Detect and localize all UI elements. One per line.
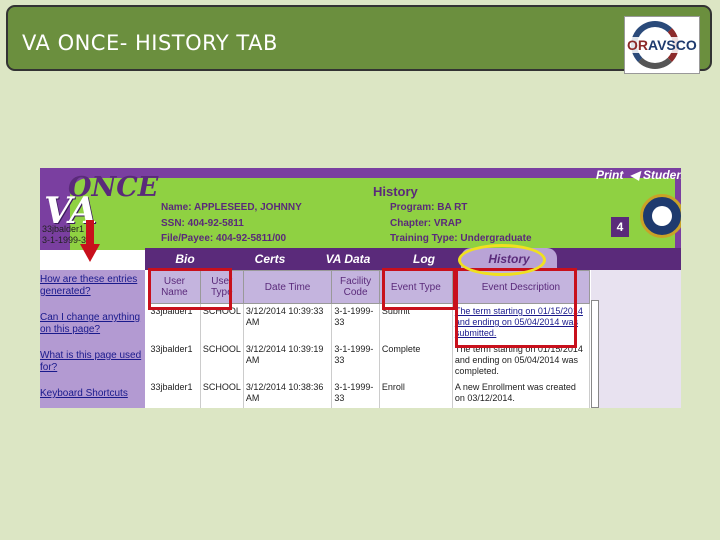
tab-va-data[interactable]: VA Data (308, 248, 388, 270)
tab-bar: Bio Certs VA Data Log History (145, 248, 681, 270)
va-once-screenshot: ONCE VA Print ◀ Studen History Name: APP… (40, 168, 681, 408)
slide-title-bar: VA ONCE- HISTORY TAB ORAVSCO (6, 5, 712, 74)
col-facility-code[interactable]: Facility Code (331, 270, 380, 304)
table-row: 33jbalder1 SCHOOL 3/12/2014 10:38:36 AM … (148, 380, 591, 408)
cell-user-name: 33jbalder1 (148, 380, 201, 408)
table-scroll-area (591, 270, 681, 408)
help-sidebar: How are these entries generated? Can I c… (40, 270, 145, 408)
cell-user-type: SCHOOL (200, 342, 244, 380)
vertical-scrollbar[interactable] (591, 300, 599, 408)
highlight-event-description (455, 268, 577, 348)
help-link-shortcuts[interactable]: Keyboard Shortcuts (40, 388, 142, 400)
highlight-user-name (148, 268, 232, 310)
cell-user-type: SCHOOL (200, 380, 244, 408)
topnav-arrow-icon: ◀ (630, 168, 640, 182)
app-header: ONCE VA Print ◀ Studen History Name: APP… (40, 168, 681, 250)
student-name: Name: APPLESEED, JOHNNY (161, 202, 302, 213)
cell-date-time: 3/12/2014 10:38:36 AM (243, 380, 333, 408)
cell-facility-code: 3-1-1999-33 (331, 380, 380, 408)
col-date-time[interactable]: Date Time (242, 270, 333, 304)
student-ssn: SSN: 404-92-5811 (161, 218, 244, 229)
cell-facility-code: 3-1-1999-33 (331, 342, 380, 380)
down-arrow-icon (80, 220, 100, 262)
tab-certs[interactable]: Certs (230, 248, 310, 270)
cell-event-description: A new Enrollment was created on 03/12/20… (452, 380, 591, 408)
cell-date-time: 3/12/2014 10:39:33 AM (243, 303, 333, 342)
logo-or-text: OR (627, 37, 648, 53)
cell-event-type: Complete (379, 342, 453, 380)
help-link-purpose[interactable]: What is this page used for? (40, 350, 142, 374)
slide-title: VA ONCE- HISTORY TAB (22, 31, 278, 55)
help-link-change[interactable]: Can I change anything on this page? (40, 312, 142, 336)
print-link[interactable]: Print (596, 168, 623, 182)
oravsco-logo: ORAVSCO (624, 16, 700, 74)
cell-event-type: Enroll (379, 380, 453, 408)
student-chapter: Chapter: VRAP (390, 218, 462, 229)
count-badge: 4 (611, 217, 629, 237)
student-file-payee: File/Payee: 404-92-5811/00 (161, 233, 287, 244)
highlight-history-tab (458, 244, 546, 276)
student-link[interactable]: Studen (643, 168, 681, 182)
tab-log[interactable]: Log (384, 248, 464, 270)
tab-bio[interactable]: Bio (145, 248, 225, 270)
cell-user-name: 33jbalder1 (148, 342, 201, 380)
student-training-type: Training Type: Undergraduate (390, 233, 532, 244)
cell-facility-code: 3-1-1999-33 (331, 303, 380, 342)
cell-date-time: 3/12/2014 10:39:19 AM (243, 342, 333, 380)
highlight-event-type (382, 268, 456, 310)
help-link-entries[interactable]: How are these entries generated? (40, 274, 142, 298)
va-seal-icon (640, 194, 681, 238)
logo-avsco-text: AVSCO (648, 37, 697, 53)
student-program: Program: BA RT (390, 202, 468, 213)
page-title: History (373, 184, 418, 199)
